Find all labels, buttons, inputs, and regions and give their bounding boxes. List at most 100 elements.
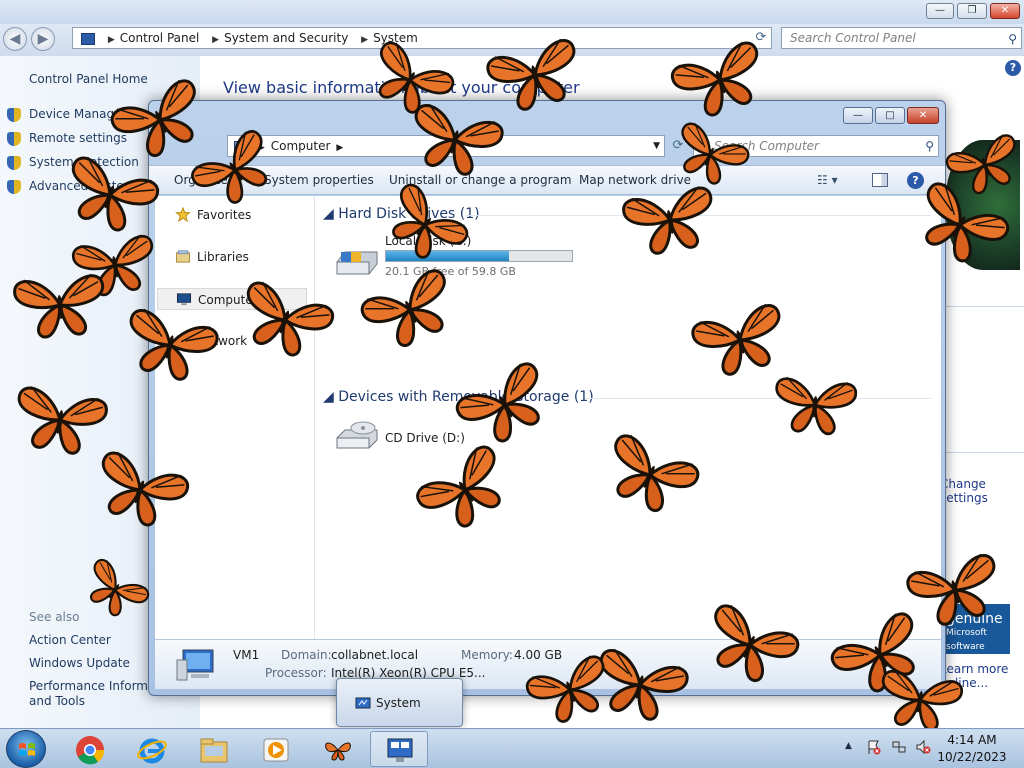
search-placeholder: Search Control Panel bbox=[790, 31, 916, 45]
windows-update-link[interactable]: Windows Update bbox=[29, 656, 130, 670]
computer-explorer-window: — □ ✕ ▶ Computer ▶ ▼ ⟳ Search Computer ⚲ O… bbox=[148, 100, 946, 696]
cd-drive-icon bbox=[336, 421, 378, 449]
search-icon[interactable]: ⚲ bbox=[925, 136, 934, 156]
breadcrumb[interactable]: ▶ Control Panel ▶ System and Security ▶ Sys… bbox=[72, 27, 772, 49]
back-button[interactable]: ◀ bbox=[3, 27, 27, 51]
control-panel-titlebar: — ❐ ✕ bbox=[0, 0, 1024, 24]
details-pane: VM1 Domain: collabnet.local Memory: 4.00… bbox=[155, 639, 941, 689]
page-title: View basic information about your comput… bbox=[223, 78, 580, 97]
organize-button[interactable]: Organize ▾ bbox=[174, 173, 238, 187]
system-protection-link[interactable]: System protection bbox=[29, 155, 139, 169]
network-tray-icon[interactable] bbox=[891, 739, 907, 755]
media-player-icon bbox=[263, 738, 289, 762]
nav-label: Libraries bbox=[197, 250, 249, 264]
explorer-breadcrumb[interactable]: ▶ Computer ▶ ▼ bbox=[227, 135, 665, 157]
forward-button[interactable]: ▶ bbox=[31, 27, 55, 51]
help-icon[interactable]: ? bbox=[1005, 60, 1021, 76]
nav-network[interactable]: Network bbox=[157, 330, 307, 352]
nav-computer[interactable]: Computer bbox=[157, 288, 307, 310]
system-icon bbox=[355, 697, 371, 709]
windows-logo bbox=[945, 140, 1020, 270]
computer-name: VM1 bbox=[233, 648, 260, 662]
computer-icon bbox=[234, 140, 248, 153]
drive-c-label[interactable]: Local Disk (C:) bbox=[385, 234, 471, 248]
minimize-button[interactable]: — bbox=[843, 107, 873, 124]
action-center-flag-icon[interactable] bbox=[866, 739, 882, 755]
taskbar-thumbnail-popup[interactable]: System bbox=[336, 678, 463, 727]
butterfly-app-icon bbox=[325, 742, 351, 761]
nav-favorites[interactable]: Favorites bbox=[157, 204, 307, 226]
system-properties-button[interactable]: System properties bbox=[264, 173, 374, 187]
clock-time[interactable]: 4:14 AM bbox=[930, 733, 1014, 747]
see-also-label: See also bbox=[29, 610, 80, 624]
memory-value: 4.00 GB bbox=[514, 648, 563, 662]
nav-label: Computer bbox=[198, 293, 258, 307]
remote-settings-link[interactable]: Remote settings bbox=[29, 131, 127, 145]
genuine-microsoft-badge: genuine Microsoft software bbox=[940, 604, 1010, 654]
views-button[interactable]: ☷ ▾ bbox=[817, 173, 847, 187]
taskbar: ▲ 4:14 AM 10/22/2023 bbox=[0, 728, 1024, 768]
drive-d-label[interactable]: CD Drive (D:) bbox=[385, 431, 465, 445]
taskbar-chrome[interactable] bbox=[60, 731, 118, 767]
refresh-icon[interactable]: ⟳ bbox=[667, 137, 689, 157]
taskbar-internet-explorer[interactable] bbox=[122, 731, 180, 767]
restore-button[interactable]: ❐ bbox=[957, 3, 987, 19]
change-settings-link[interactable]: Change settings bbox=[940, 477, 1024, 505]
control-panel-icon bbox=[81, 32, 95, 45]
learn-more-online-link[interactable]: Learn more online... bbox=[940, 662, 1024, 690]
search-input[interactable]: Search Computer ⚲ bbox=[693, 135, 939, 157]
minimize-button[interactable]: — bbox=[926, 3, 954, 19]
divider bbox=[585, 398, 931, 399]
memory-label: Memory: bbox=[461, 648, 513, 662]
genuine-subtitle: Microsoft software bbox=[946, 628, 987, 652]
clock-date[interactable]: 10/22/2023 bbox=[930, 750, 1014, 764]
shield-icon bbox=[7, 180, 21, 194]
drive-c-usage-bar bbox=[385, 250, 573, 262]
action-center-link[interactable]: Action Center bbox=[29, 633, 111, 647]
chrome-icon bbox=[76, 736, 105, 765]
refresh-icon[interactable]: ⟳ bbox=[750, 28, 772, 48]
star-icon bbox=[175, 207, 191, 222]
divider bbox=[940, 452, 1024, 453]
system-window-icon bbox=[387, 738, 413, 762]
computer-icon bbox=[176, 649, 214, 681]
windows-explorer-icon bbox=[200, 738, 228, 763]
help-icon[interactable]: ? bbox=[907, 172, 924, 189]
genuine-title: genuine bbox=[946, 611, 1003, 627]
drive-c-usage-fill bbox=[386, 251, 509, 261]
chevron-down-icon[interactable]: ▼ bbox=[653, 136, 660, 156]
start-button[interactable] bbox=[6, 730, 46, 768]
search-input[interactable]: Search Control Panel ⚲ bbox=[781, 27, 1022, 49]
internet-explorer-icon bbox=[137, 738, 167, 764]
map-network-drive-button[interactable]: Map network drive bbox=[579, 173, 691, 187]
group-label: Devices with Removable Storage (1) bbox=[338, 389, 594, 405]
close-button[interactable]: ✕ bbox=[990, 3, 1020, 19]
show-hidden-icons-button[interactable]: ▲ bbox=[845, 741, 852, 751]
taskbar-system-window[interactable] bbox=[370, 731, 428, 767]
divider bbox=[465, 215, 931, 216]
network-icon bbox=[176, 334, 190, 347]
close-button[interactable]: ✕ bbox=[907, 107, 939, 124]
removable-group-header[interactable]: ◢ Devices with Removable Storage (1) bbox=[323, 389, 594, 405]
device-manager-link[interactable]: Device Manager bbox=[29, 107, 126, 121]
popup-label: System bbox=[376, 696, 421, 710]
search-icon[interactable]: ⚲ bbox=[1008, 29, 1017, 49]
maximize-button[interactable]: □ bbox=[875, 107, 905, 124]
breadcrumb-item[interactable]: System bbox=[373, 28, 418, 48]
taskbar-windows-explorer[interactable] bbox=[184, 731, 242, 767]
divider bbox=[940, 306, 1024, 307]
breadcrumb-item[interactable]: Computer bbox=[271, 139, 331, 153]
uninstall-program-button[interactable]: Uninstall or change a program bbox=[389, 173, 572, 187]
taskbar-media-player[interactable] bbox=[246, 731, 304, 767]
preview-pane-button[interactable] bbox=[872, 173, 888, 187]
breadcrumb-item[interactable]: System and Security bbox=[224, 28, 348, 48]
breadcrumb-item[interactable]: Control Panel bbox=[120, 28, 200, 48]
hard-disk-group-header[interactable]: ◢ Hard Disk Drives (1) bbox=[323, 206, 480, 222]
nav-libraries[interactable]: Libraries bbox=[157, 246, 307, 268]
volume-muted-icon[interactable] bbox=[915, 739, 931, 755]
control-panel-home-link[interactable]: Control Panel Home bbox=[29, 72, 148, 86]
windows-logo-icon bbox=[19, 743, 35, 756]
shield-icon bbox=[7, 132, 21, 146]
nav-label: Favorites bbox=[197, 208, 252, 222]
taskbar-butterfly-app[interactable] bbox=[308, 731, 366, 767]
